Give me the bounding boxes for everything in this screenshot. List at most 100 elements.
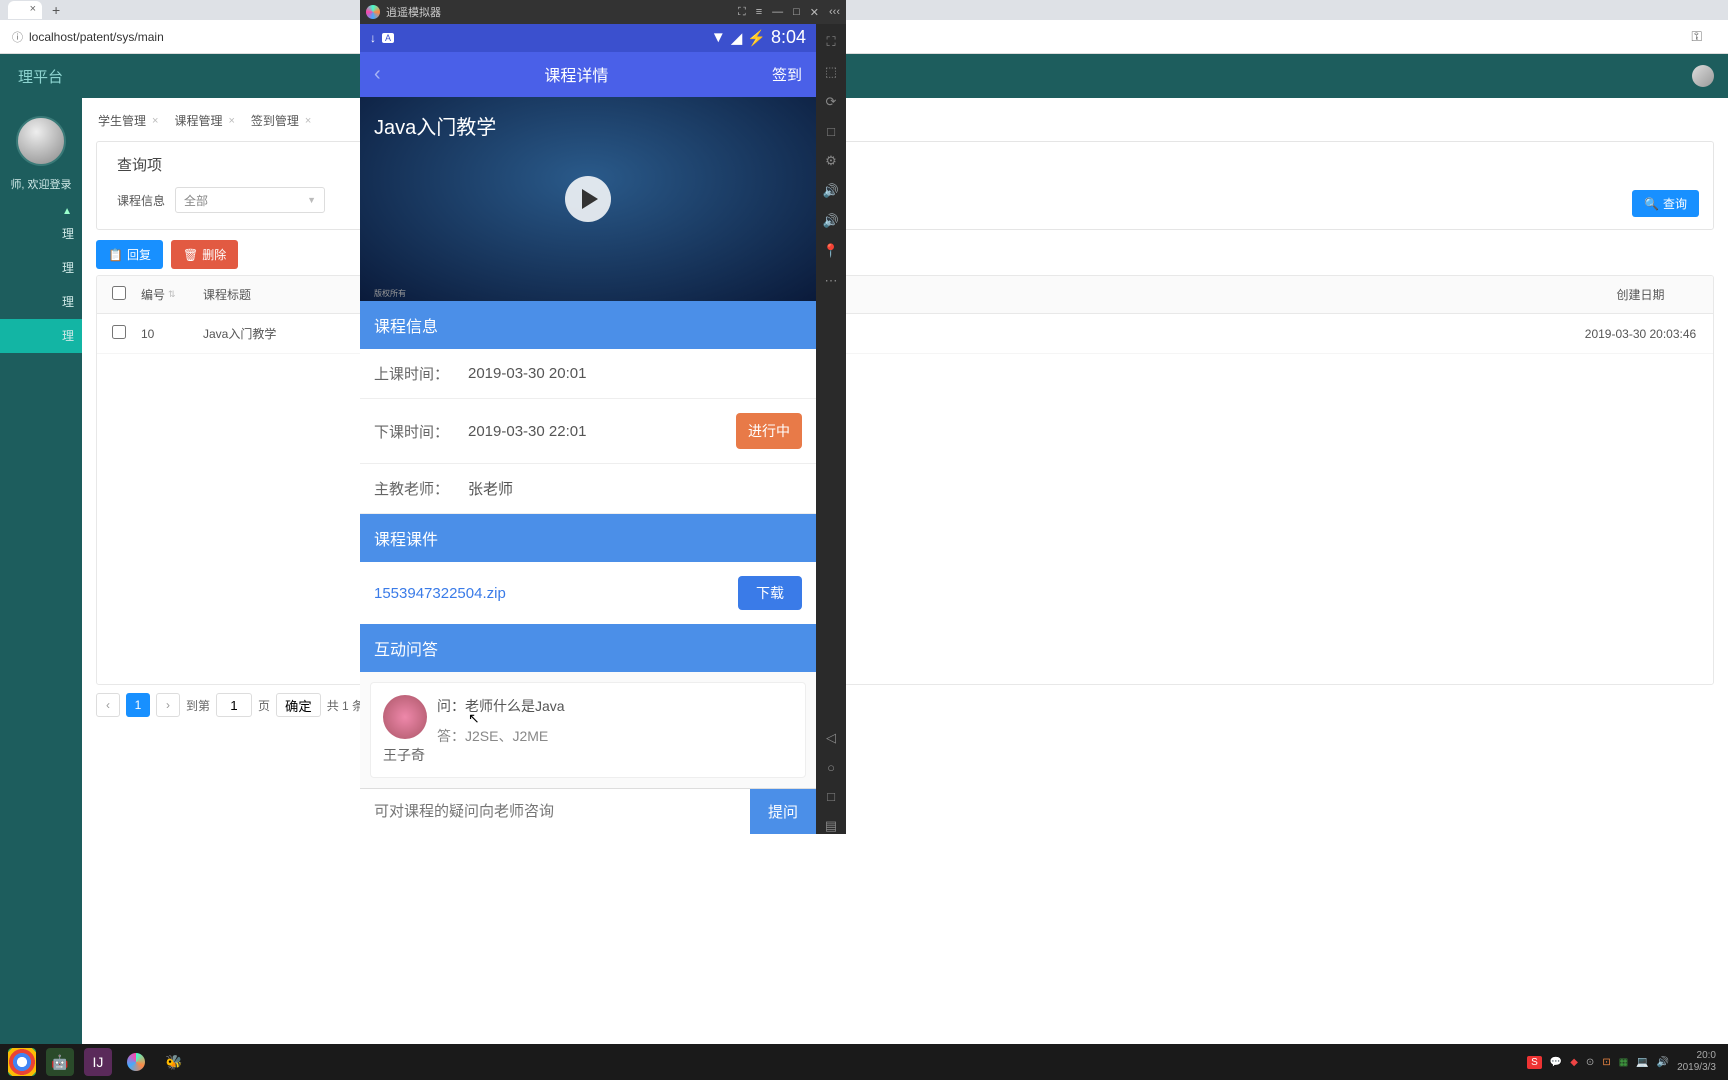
course-select[interactable]: 全部 ▼: [175, 187, 325, 213]
checkin-button[interactable]: 签到: [772, 64, 802, 85]
emu-back-icon[interactable]: ◁: [826, 730, 836, 746]
emu-volume-icon[interactable]: 🔊: [823, 213, 839, 229]
fullscreen-icon[interactable]: ⛶: [738, 6, 746, 19]
select-all-checkbox[interactable]: [112, 286, 126, 300]
emulator-logo-icon: [366, 5, 380, 19]
info-row-start: 上课时间： 2019-03-30 20:01: [360, 349, 816, 399]
download-icon: ↓: [370, 31, 376, 45]
sidebar-item[interactable]: 理: [0, 251, 82, 285]
sidebar-item-active[interactable]: 理: [0, 319, 82, 353]
goto-button[interactable]: 确定: [276, 693, 321, 717]
ide-icon[interactable]: IJ: [84, 1048, 112, 1076]
tray-icon[interactable]: ▦: [1619, 1057, 1628, 1068]
content-tabs: 学生管理× 课程管理× 签到管理×: [96, 108, 1714, 133]
page-input[interactable]: [216, 693, 252, 717]
col-title: 课程标题: [203, 286, 373, 303]
emu-rotate-icon[interactable]: ⟳: [826, 94, 837, 110]
close-icon[interactable]: ×: [228, 115, 234, 127]
tray-icon[interactable]: 💬: [1550, 1057, 1562, 1068]
address-bar: ⓘ localhost/patent/sys/main ⚿: [0, 20, 1728, 54]
reply-button[interactable]: 📋回复: [96, 240, 163, 269]
info-label: 主教老师：: [374, 478, 468, 499]
delete-icon: 🗑: [183, 248, 198, 262]
tray-icon[interactable]: ⊡: [1602, 1057, 1610, 1068]
app-bar: ‹ 课程详情 签到: [360, 52, 816, 97]
close-icon[interactable]: ×: [152, 115, 158, 127]
emulator-taskicon[interactable]: [122, 1048, 150, 1076]
emu-screen-icon[interactable]: □: [827, 124, 835, 139]
emu-expand-icon[interactable]: ⛶: [826, 34, 835, 50]
menu-icon[interactable]: ≡: [756, 6, 762, 19]
android-statusbar: ↓ A ▼ ◢ ⚡ 8:04: [360, 24, 816, 52]
search-button[interactable]: 🔍查询: [1632, 190, 1699, 217]
qa-question: 问：老师什么是Java: [437, 695, 565, 717]
tray-icon[interactable]: ⊙: [1586, 1057, 1594, 1068]
back-icon[interactable]: ‹: [374, 63, 381, 86]
question-input[interactable]: [360, 789, 750, 834]
sidebar: 师, 欢迎登录 ▲ 理 理 理 理: [0, 98, 82, 1080]
tray-icon[interactable]: 💻: [1636, 1057, 1648, 1068]
emu-more-icon[interactable]: ⋯: [825, 273, 838, 289]
tray-icon[interactable]: ◆: [1570, 1057, 1578, 1068]
info-value: 张老师: [468, 478, 513, 499]
maximize-icon[interactable]: □: [793, 6, 800, 19]
collapse-icon[interactable]: ‹‹‹: [829, 6, 840, 19]
main-content: 学生管理× 课程管理× 签到管理× 查询项 课程信息 全部 ▼ 🔍查询 📋回复 …: [82, 98, 1728, 1080]
col-id[interactable]: 编号: [141, 286, 165, 303]
row-checkbox[interactable]: [112, 325, 126, 339]
taskbar-clock[interactable]: 20:0 2019/3/3: [1677, 1050, 1720, 1074]
volume-icon[interactable]: 🔊: [1657, 1057, 1669, 1068]
table-row[interactable]: 10 Java入门教学 2019-03-30 20:03:46: [97, 314, 1713, 354]
avatar[interactable]: [1692, 65, 1714, 87]
close-icon[interactable]: ×: [30, 3, 36, 15]
key-icon[interactable]: ⚿: [1691, 28, 1702, 45]
prev-page[interactable]: ‹: [96, 693, 120, 717]
chevron-down-icon: ▼: [307, 195, 316, 205]
browser-tab[interactable]: ×: [8, 1, 42, 19]
sidebar-item[interactable]: 理: [0, 285, 82, 319]
page-unit: 页: [258, 697, 270, 714]
tab-checkin[interactable]: 签到管理×: [249, 108, 313, 133]
file-link[interactable]: 1553947322504.zip: [374, 585, 506, 602]
new-tab-button[interactable]: +: [52, 2, 60, 18]
video-footer: 版权所有: [374, 288, 406, 299]
next-page[interactable]: ›: [156, 693, 180, 717]
emulator-sidebar: ⛶ ⬚ ⟳ □ ⚙ 🔊 🔊 📍 ⋯ ◁ ○ □ ▤: [816, 24, 846, 834]
emu-home-icon[interactable]: ○: [827, 760, 835, 775]
info-label: 下课时间：: [374, 421, 468, 442]
play-button[interactable]: [565, 176, 611, 222]
tray-icon[interactable]: S: [1527, 1056, 1542, 1069]
close-icon[interactable]: ×: [305, 115, 311, 127]
pagination: ‹ 1 › 到第 页 确定 共 1 条: [96, 693, 1714, 717]
delete-button[interactable]: 🗑删除: [171, 240, 238, 269]
sort-icon[interactable]: ⇅: [168, 289, 176, 300]
sidebar-avatar[interactable]: [16, 116, 66, 166]
total-count: 共 1 条: [327, 697, 364, 714]
page-current[interactable]: 1: [126, 693, 150, 717]
download-button[interactable]: 下载: [738, 576, 802, 610]
emu-keyboard-icon[interactable]: ▤: [825, 818, 837, 834]
url-display[interactable]: localhost/patent/sys/main: [29, 30, 164, 44]
section-info: 课程信息: [360, 301, 816, 349]
sidebar-toggle[interactable]: ▲: [0, 206, 82, 217]
app-icon[interactable]: 🤖: [46, 1048, 74, 1076]
submit-button[interactable]: 提问: [750, 789, 816, 834]
chrome-icon[interactable]: [8, 1048, 36, 1076]
brand-title: 理平台: [18, 66, 63, 87]
minimize-icon[interactable]: —: [772, 6, 783, 19]
tab-courses[interactable]: 课程管理×: [172, 108, 236, 133]
emu-recent-icon[interactable]: □: [827, 789, 835, 804]
tab-students[interactable]: 学生管理×: [96, 108, 160, 133]
emu-volume-icon[interactable]: 🔊: [823, 183, 839, 199]
info-icon[interactable]: ⓘ: [12, 29, 23, 45]
emu-location-icon[interactable]: 📍: [823, 243, 839, 259]
play-icon: [582, 189, 598, 209]
app-icon[interactable]: 🐝: [160, 1048, 188, 1076]
close-icon[interactable]: ✕: [810, 6, 819, 19]
emu-gear-icon[interactable]: ⚙: [825, 153, 837, 169]
sidebar-item[interactable]: 理: [0, 217, 82, 251]
video-player[interactable]: Java入门教学 版权所有: [360, 97, 816, 302]
query-title: 查询项: [117, 154, 1693, 175]
emu-tool-icon[interactable]: ⬚: [825, 64, 837, 80]
emulator-titlebar[interactable]: 逍遥模拟器 ⛶ ≡ — □ ✕ ‹‹‹: [360, 0, 846, 24]
